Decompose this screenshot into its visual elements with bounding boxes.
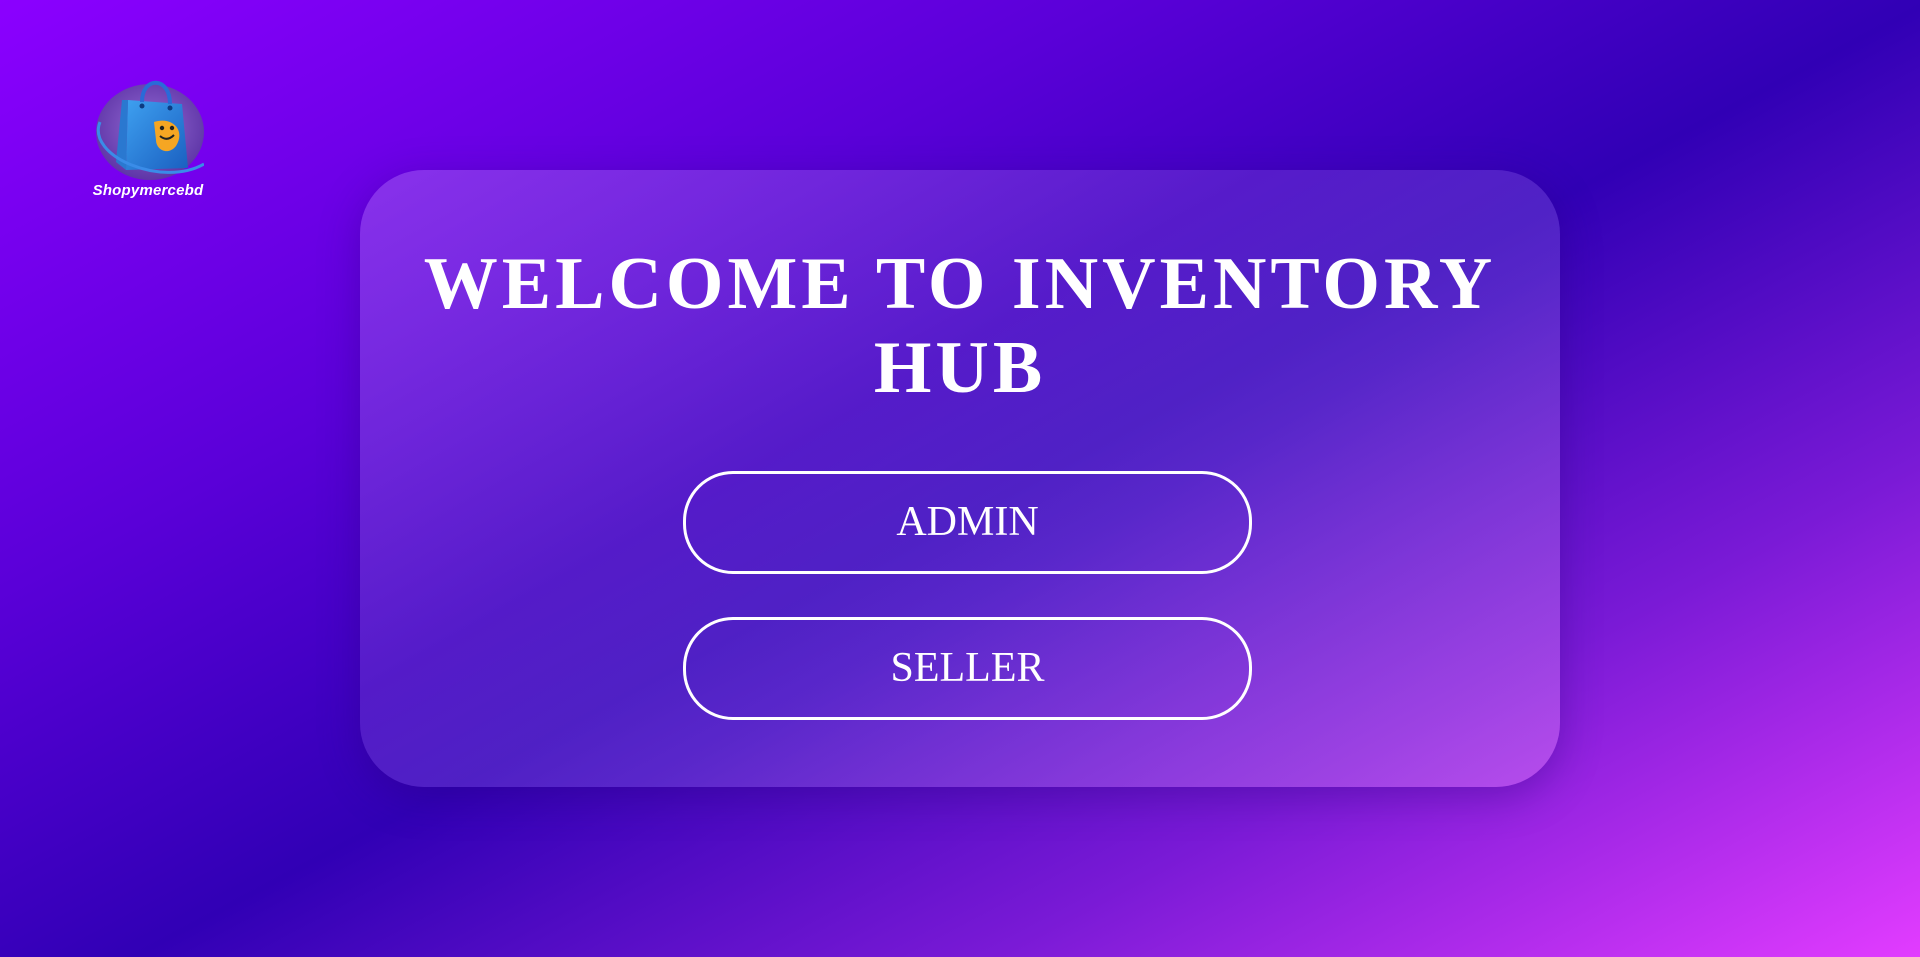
- admin-button[interactable]: ADMIN: [683, 471, 1252, 574]
- welcome-card: WELCOME TO INVENTORY HUB ADMIN SELLER: [360, 170, 1560, 787]
- brand-name: Shopymercebd: [92, 182, 204, 199]
- shopping-bag-icon: [96, 80, 204, 180]
- brand-logo: Shopymercebd: [76, 70, 220, 202]
- seller-button[interactable]: SELLER: [683, 617, 1252, 720]
- page-title: WELCOME TO INVENTORY HUB: [423, 243, 1497, 409]
